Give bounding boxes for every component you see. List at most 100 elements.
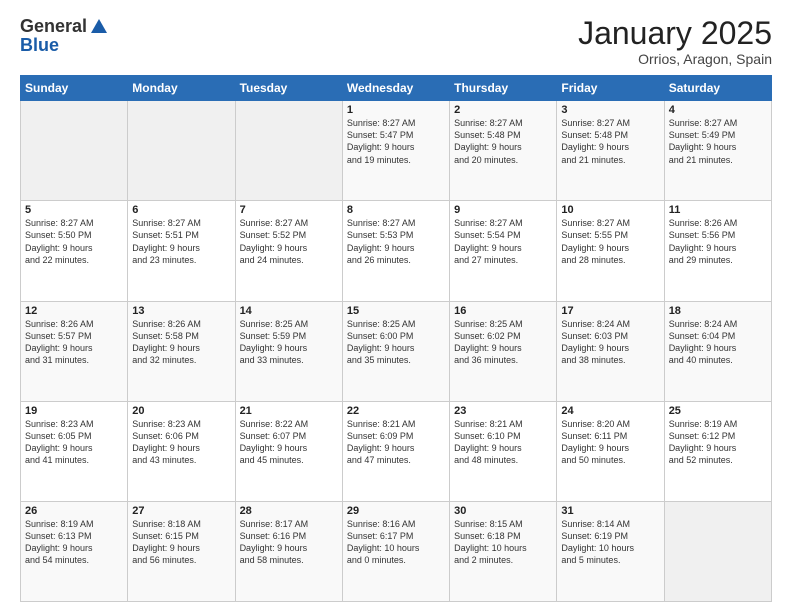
day-info: Sunrise: 8:19 AM Sunset: 6:13 PM Dayligh… bbox=[25, 518, 123, 567]
day-info: Sunrise: 8:22 AM Sunset: 6:07 PM Dayligh… bbox=[240, 418, 338, 467]
day-number: 22 bbox=[347, 405, 445, 417]
day-info: Sunrise: 8:19 AM Sunset: 6:12 PM Dayligh… bbox=[669, 418, 767, 467]
day-info: Sunrise: 8:23 AM Sunset: 6:06 PM Dayligh… bbox=[132, 418, 230, 467]
day-number: 10 bbox=[561, 204, 659, 216]
calendar-cell: 29Sunrise: 8:16 AM Sunset: 6:17 PM Dayli… bbox=[342, 501, 449, 601]
day-info: Sunrise: 8:20 AM Sunset: 6:11 PM Dayligh… bbox=[561, 418, 659, 467]
day-number: 5 bbox=[25, 204, 123, 216]
day-info: Sunrise: 8:16 AM Sunset: 6:17 PM Dayligh… bbox=[347, 518, 445, 567]
calendar-cell: 13Sunrise: 8:26 AM Sunset: 5:58 PM Dayli… bbox=[128, 301, 235, 401]
day-info: Sunrise: 8:15 AM Sunset: 6:18 PM Dayligh… bbox=[454, 518, 552, 567]
day-info: Sunrise: 8:26 AM Sunset: 5:56 PM Dayligh… bbox=[669, 217, 767, 266]
day-number: 20 bbox=[132, 405, 230, 417]
calendar-week-1: 1Sunrise: 8:27 AM Sunset: 5:47 PM Daylig… bbox=[21, 101, 772, 201]
calendar-cell: 17Sunrise: 8:24 AM Sunset: 6:03 PM Dayli… bbox=[557, 301, 664, 401]
calendar-cell: 24Sunrise: 8:20 AM Sunset: 6:11 PM Dayli… bbox=[557, 401, 664, 501]
day-info: Sunrise: 8:27 AM Sunset: 5:54 PM Dayligh… bbox=[454, 217, 552, 266]
calendar-cell bbox=[664, 501, 771, 601]
calendar-cell: 22Sunrise: 8:21 AM Sunset: 6:09 PM Dayli… bbox=[342, 401, 449, 501]
calendar-cell: 8Sunrise: 8:27 AM Sunset: 5:53 PM Daylig… bbox=[342, 201, 449, 301]
day-number: 23 bbox=[454, 405, 552, 417]
day-info: Sunrise: 8:27 AM Sunset: 5:55 PM Dayligh… bbox=[561, 217, 659, 266]
day-number: 8 bbox=[347, 204, 445, 216]
calendar-cell: 2Sunrise: 8:27 AM Sunset: 5:48 PM Daylig… bbox=[450, 101, 557, 201]
day-info: Sunrise: 8:23 AM Sunset: 6:05 PM Dayligh… bbox=[25, 418, 123, 467]
calendar-cell: 9Sunrise: 8:27 AM Sunset: 5:54 PM Daylig… bbox=[450, 201, 557, 301]
calendar-cell: 4Sunrise: 8:27 AM Sunset: 5:49 PM Daylig… bbox=[664, 101, 771, 201]
day-number: 19 bbox=[25, 405, 123, 417]
calendar-cell bbox=[128, 101, 235, 201]
day-header-saturday: Saturday bbox=[664, 76, 771, 101]
day-info: Sunrise: 8:21 AM Sunset: 6:10 PM Dayligh… bbox=[454, 418, 552, 467]
day-header-thursday: Thursday bbox=[450, 76, 557, 101]
calendar-cell: 11Sunrise: 8:26 AM Sunset: 5:56 PM Dayli… bbox=[664, 201, 771, 301]
title-section: January 2025 Orrios, Aragon, Spain bbox=[578, 16, 772, 67]
day-number: 12 bbox=[25, 305, 123, 317]
day-number: 21 bbox=[240, 405, 338, 417]
day-number: 7 bbox=[240, 204, 338, 216]
calendar-week-5: 26Sunrise: 8:19 AM Sunset: 6:13 PM Dayli… bbox=[21, 501, 772, 601]
calendar-cell bbox=[235, 101, 342, 201]
day-info: Sunrise: 8:26 AM Sunset: 5:58 PM Dayligh… bbox=[132, 318, 230, 367]
day-number: 30 bbox=[454, 505, 552, 517]
calendar-cell: 28Sunrise: 8:17 AM Sunset: 6:16 PM Dayli… bbox=[235, 501, 342, 601]
day-info: Sunrise: 8:27 AM Sunset: 5:51 PM Dayligh… bbox=[132, 217, 230, 266]
day-info: Sunrise: 8:26 AM Sunset: 5:57 PM Dayligh… bbox=[25, 318, 123, 367]
day-info: Sunrise: 8:27 AM Sunset: 5:52 PM Dayligh… bbox=[240, 217, 338, 266]
day-number: 13 bbox=[132, 305, 230, 317]
calendar-cell: 23Sunrise: 8:21 AM Sunset: 6:10 PM Dayli… bbox=[450, 401, 557, 501]
calendar-cell: 3Sunrise: 8:27 AM Sunset: 5:48 PM Daylig… bbox=[557, 101, 664, 201]
day-number: 11 bbox=[669, 204, 767, 216]
day-number: 16 bbox=[454, 305, 552, 317]
day-number: 27 bbox=[132, 505, 230, 517]
day-number: 28 bbox=[240, 505, 338, 517]
day-number: 6 bbox=[132, 204, 230, 216]
day-number: 15 bbox=[347, 305, 445, 317]
calendar-cell: 6Sunrise: 8:27 AM Sunset: 5:51 PM Daylig… bbox=[128, 201, 235, 301]
calendar-cell: 31Sunrise: 8:14 AM Sunset: 6:19 PM Dayli… bbox=[557, 501, 664, 601]
calendar-cell: 30Sunrise: 8:15 AM Sunset: 6:18 PM Dayli… bbox=[450, 501, 557, 601]
calendar-cell: 16Sunrise: 8:25 AM Sunset: 6:02 PM Dayli… bbox=[450, 301, 557, 401]
day-header-wednesday: Wednesday bbox=[342, 76, 449, 101]
day-info: Sunrise: 8:27 AM Sunset: 5:48 PM Dayligh… bbox=[561, 117, 659, 166]
day-info: Sunrise: 8:18 AM Sunset: 6:15 PM Dayligh… bbox=[132, 518, 230, 567]
day-number: 14 bbox=[240, 305, 338, 317]
logo-general-text: General bbox=[20, 16, 87, 37]
calendar-table: SundayMondayTuesdayWednesdayThursdayFrid… bbox=[20, 75, 772, 602]
day-number: 29 bbox=[347, 505, 445, 517]
day-number: 26 bbox=[25, 505, 123, 517]
day-header-tuesday: Tuesday bbox=[235, 76, 342, 101]
day-info: Sunrise: 8:27 AM Sunset: 5:48 PM Dayligh… bbox=[454, 117, 552, 166]
calendar-cell: 15Sunrise: 8:25 AM Sunset: 6:00 PM Dayli… bbox=[342, 301, 449, 401]
page-header: General Blue January 2025 Orrios, Aragon… bbox=[20, 16, 772, 67]
calendar-cell: 7Sunrise: 8:27 AM Sunset: 5:52 PM Daylig… bbox=[235, 201, 342, 301]
calendar-cell: 5Sunrise: 8:27 AM Sunset: 5:50 PM Daylig… bbox=[21, 201, 128, 301]
calendar-week-3: 12Sunrise: 8:26 AM Sunset: 5:57 PM Dayli… bbox=[21, 301, 772, 401]
day-number: 17 bbox=[561, 305, 659, 317]
day-info: Sunrise: 8:27 AM Sunset: 5:49 PM Dayligh… bbox=[669, 117, 767, 166]
day-header-monday: Monday bbox=[128, 76, 235, 101]
calendar-cell: 20Sunrise: 8:23 AM Sunset: 6:06 PM Dayli… bbox=[128, 401, 235, 501]
day-info: Sunrise: 8:24 AM Sunset: 6:03 PM Dayligh… bbox=[561, 318, 659, 367]
day-info: Sunrise: 8:25 AM Sunset: 6:00 PM Dayligh… bbox=[347, 318, 445, 367]
day-number: 18 bbox=[669, 305, 767, 317]
calendar-week-2: 5Sunrise: 8:27 AM Sunset: 5:50 PM Daylig… bbox=[21, 201, 772, 301]
day-header-friday: Friday bbox=[557, 76, 664, 101]
calendar-cell: 12Sunrise: 8:26 AM Sunset: 5:57 PM Dayli… bbox=[21, 301, 128, 401]
calendar-cell: 10Sunrise: 8:27 AM Sunset: 5:55 PM Dayli… bbox=[557, 201, 664, 301]
day-header-sunday: Sunday bbox=[21, 76, 128, 101]
day-info: Sunrise: 8:27 AM Sunset: 5:53 PM Dayligh… bbox=[347, 217, 445, 266]
day-number: 1 bbox=[347, 104, 445, 116]
logo: General Blue bbox=[20, 16, 109, 56]
logo-icon bbox=[89, 17, 109, 37]
calendar-cell: 1Sunrise: 8:27 AM Sunset: 5:47 PM Daylig… bbox=[342, 101, 449, 201]
calendar-cell: 27Sunrise: 8:18 AM Sunset: 6:15 PM Dayli… bbox=[128, 501, 235, 601]
location: Orrios, Aragon, Spain bbox=[578, 51, 772, 67]
day-number: 2 bbox=[454, 104, 552, 116]
calendar-cell bbox=[21, 101, 128, 201]
calendar-header: SundayMondayTuesdayWednesdayThursdayFrid… bbox=[21, 76, 772, 101]
calendar-cell: 19Sunrise: 8:23 AM Sunset: 6:05 PM Dayli… bbox=[21, 401, 128, 501]
day-number: 31 bbox=[561, 505, 659, 517]
logo-blue-text: Blue bbox=[20, 35, 59, 56]
day-info: Sunrise: 8:17 AM Sunset: 6:16 PM Dayligh… bbox=[240, 518, 338, 567]
